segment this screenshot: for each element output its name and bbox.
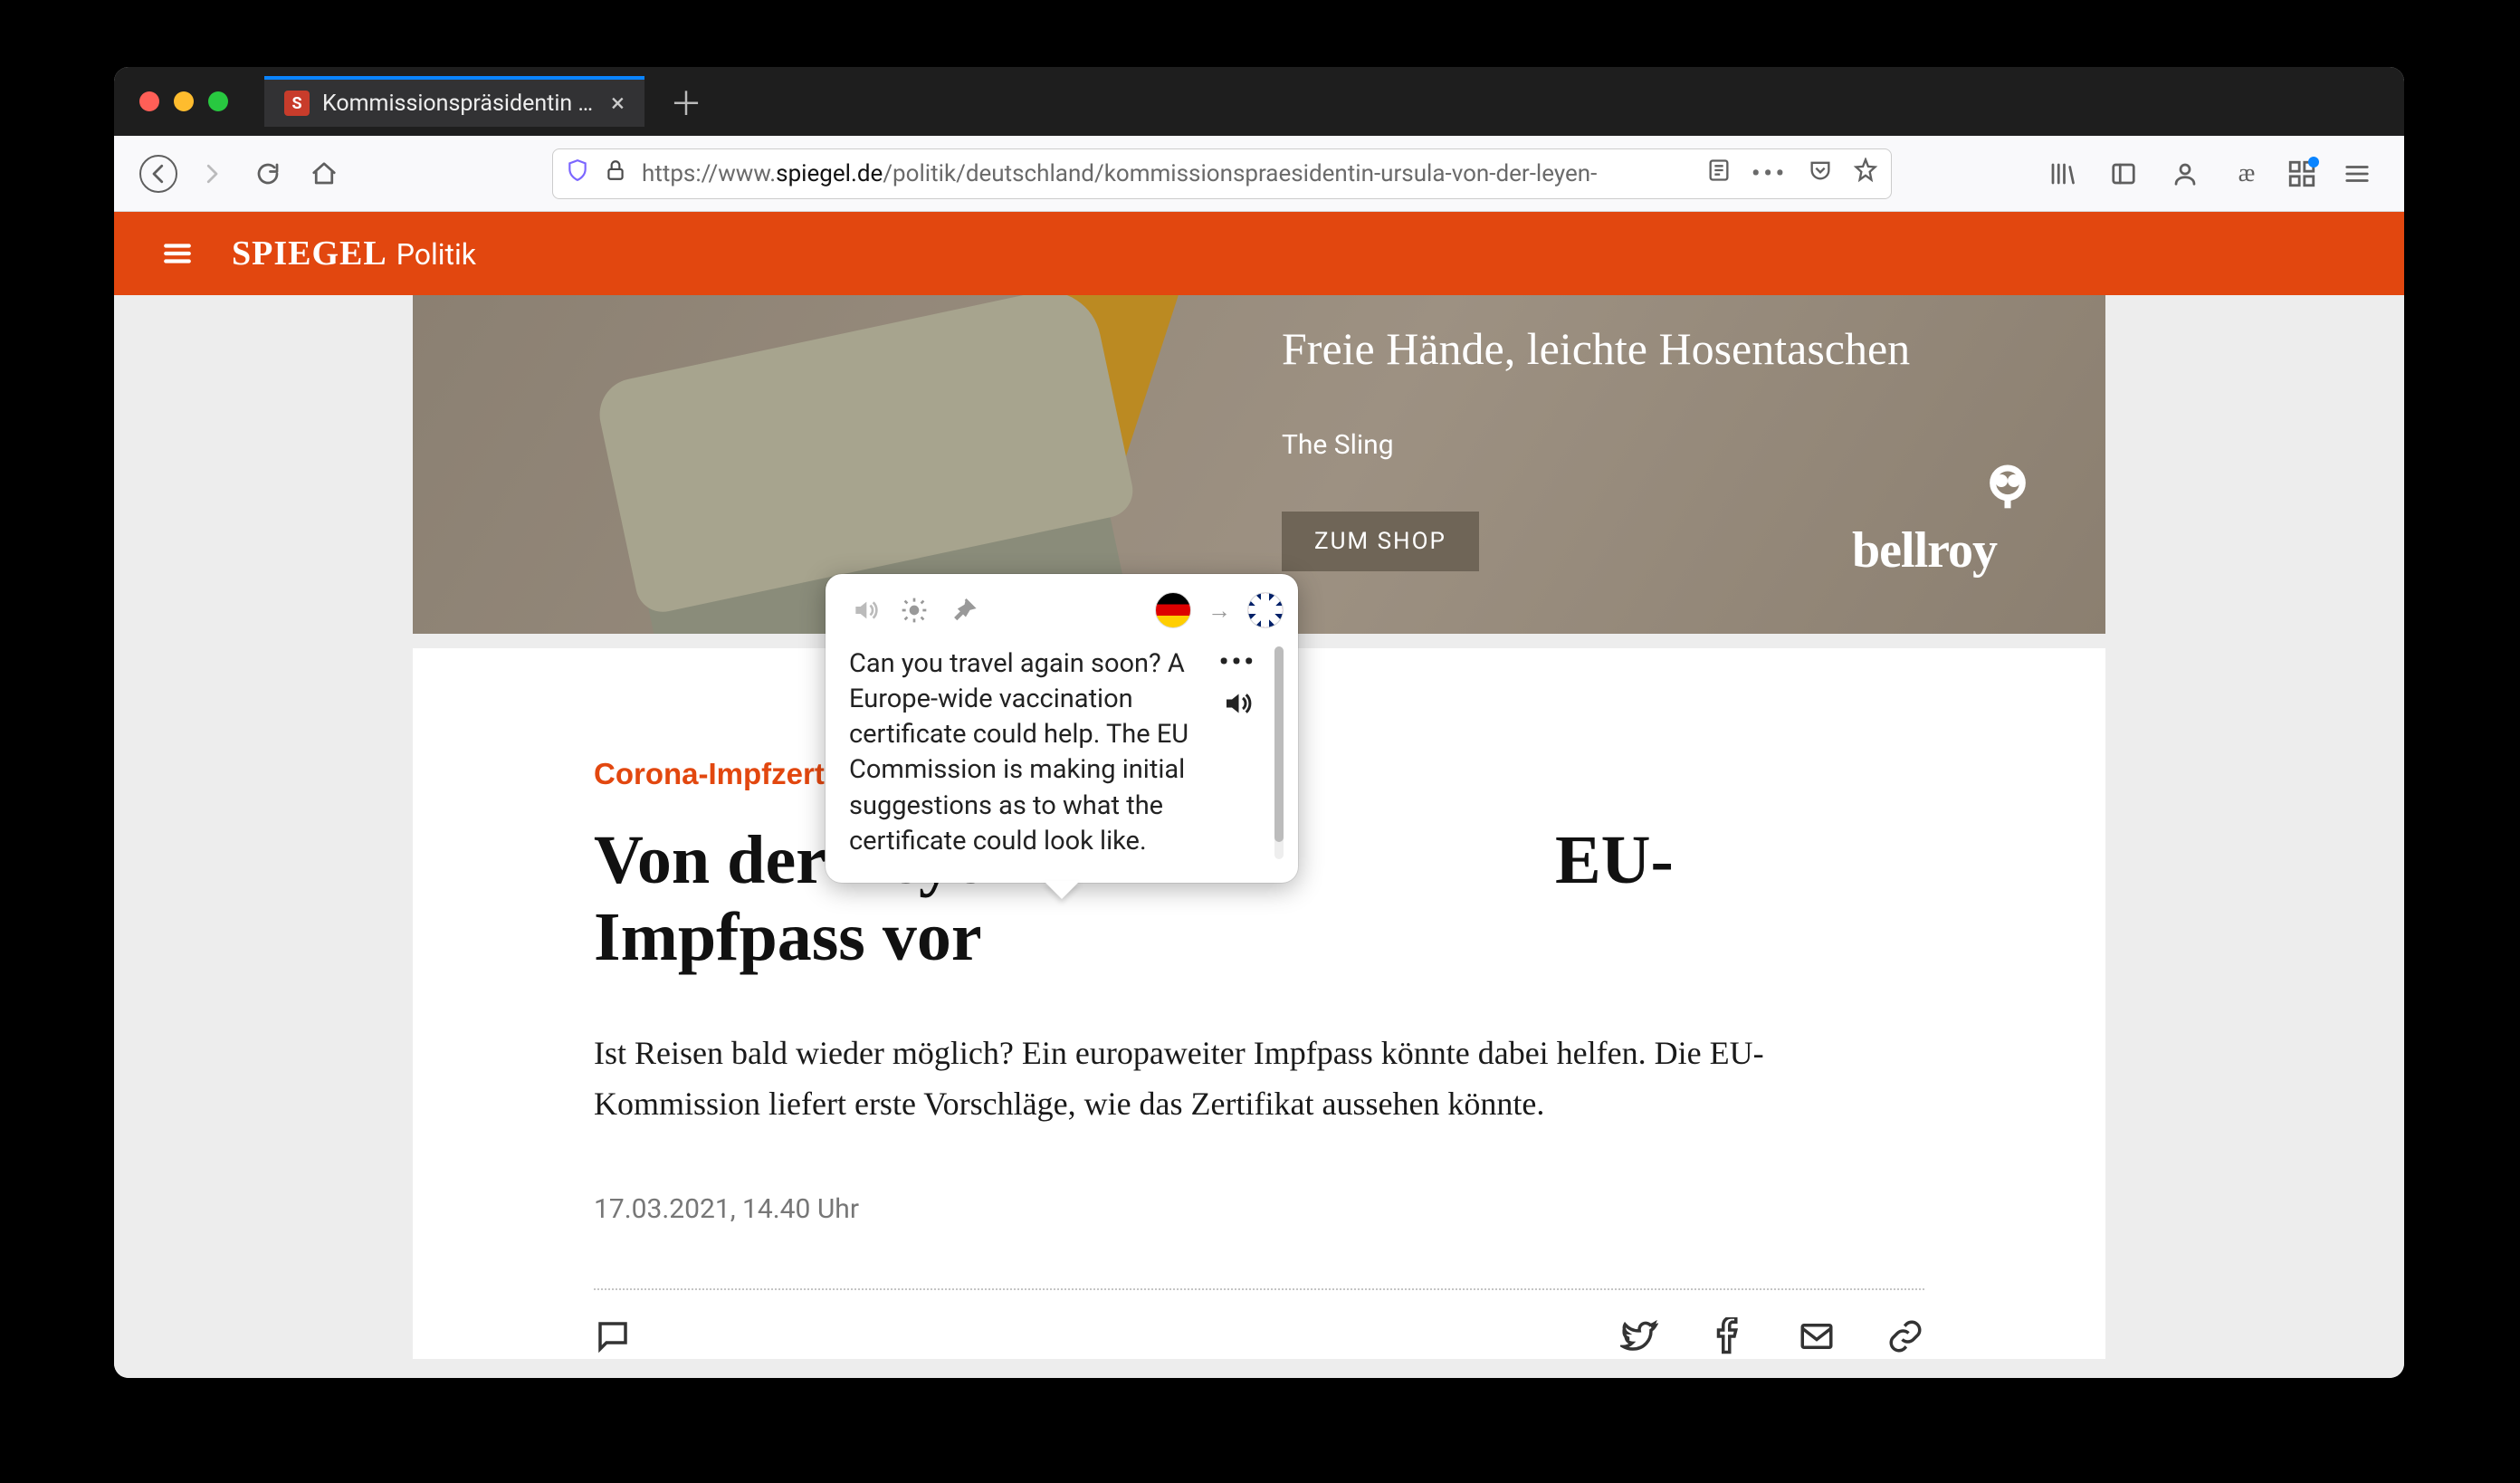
url-path: /politik/deutschland/kommissionspraeside… bbox=[883, 160, 1597, 187]
popup-settings-icon[interactable] bbox=[898, 594, 931, 627]
site-header: SPIEGEL Politik bbox=[114, 212, 2404, 295]
notification-dot-icon bbox=[2308, 157, 2319, 167]
ad-headline: Freie Hände, leichte Hosentaschen bbox=[1282, 322, 2051, 375]
account-icon[interactable] bbox=[2163, 152, 2207, 196]
browser-tab[interactable]: S Kommissionspräsidentin Ursula … × bbox=[264, 76, 644, 127]
reload-button[interactable] bbox=[246, 152, 290, 196]
tracking-protection-icon[interactable] bbox=[566, 158, 589, 188]
new-tab-button[interactable]: ＋ bbox=[661, 76, 711, 127]
translation-actions: ••• bbox=[1219, 646, 1256, 859]
reader-mode-icon[interactable] bbox=[1706, 158, 1732, 189]
twitter-share-icon[interactable] bbox=[1620, 1317, 1658, 1359]
close-tab-button[interactable]: × bbox=[611, 91, 625, 116]
brand-logo: SPIEGEL bbox=[232, 234, 387, 273]
target-language-flag-icon[interactable] bbox=[1247, 592, 1284, 628]
site-menu-button[interactable] bbox=[156, 232, 199, 275]
forward-button[interactable] bbox=[190, 152, 234, 196]
sidebar-icon[interactable] bbox=[2102, 152, 2145, 196]
copy-link-icon[interactable] bbox=[1886, 1317, 1924, 1359]
translation-popup: → Can you travel again soon? A Europe-wi… bbox=[826, 574, 1298, 883]
ad-cta-button[interactable]: ZUM SHOP bbox=[1282, 512, 1479, 571]
more-actions-icon[interactable]: ••• bbox=[1219, 646, 1256, 678]
page-actions-menu-icon[interactable]: ••• bbox=[1752, 160, 1788, 187]
translation-text: Can you travel again soon? A Europe-wide… bbox=[849, 646, 1205, 859]
popup-scrollbar[interactable] bbox=[1274, 646, 1284, 859]
popup-toolbar: → bbox=[849, 592, 1284, 628]
app-menu-button[interactable] bbox=[2335, 152, 2379, 196]
browser-window: S Kommissionspräsidentin Ursula … × ＋ bbox=[114, 67, 2404, 1378]
minimize-window-button[interactable] bbox=[174, 91, 194, 111]
site-brand[interactable]: SPIEGEL Politik bbox=[232, 234, 476, 273]
back-button[interactable] bbox=[139, 155, 177, 193]
browser-toolbar: https://www.spiegel.de/politik/deutschla… bbox=[114, 136, 2404, 212]
extension-ae-icon[interactable]: æ bbox=[2225, 152, 2268, 196]
facebook-share-icon[interactable] bbox=[1709, 1317, 1747, 1359]
tab-title: Kommissionspräsidentin Ursula … bbox=[322, 91, 598, 117]
url-prefix: https://www. bbox=[642, 160, 776, 187]
article-date: 17.03.2021, 14.40 Uhr bbox=[594, 1193, 1924, 1225]
play-audio-icon[interactable] bbox=[1221, 687, 1254, 723]
bookmark-star-icon[interactable] bbox=[1853, 158, 1878, 189]
popup-pin-icon[interactable] bbox=[947, 594, 979, 627]
extension-grid-icon[interactable] bbox=[2286, 158, 2317, 189]
maximize-window-button[interactable] bbox=[208, 91, 228, 111]
lock-icon[interactable] bbox=[604, 158, 627, 188]
ad-subhead: The Sling bbox=[1282, 429, 2051, 461]
url-bar[interactable]: https://www.spiegel.de/politik/deutschla… bbox=[552, 148, 1892, 199]
spiegel-favicon-icon: S bbox=[284, 91, 310, 116]
tab-bar: S Kommissionspräsidentin Ursula … × ＋ bbox=[114, 67, 2404, 136]
email-share-icon[interactable] bbox=[1798, 1317, 1836, 1359]
arrow-right-icon: → bbox=[1208, 597, 1231, 625]
library-icon[interactable] bbox=[2040, 152, 2084, 196]
url-text: https://www.spiegel.de/politik/deutschla… bbox=[642, 160, 1692, 187]
pocket-icon[interactable] bbox=[1808, 158, 1833, 189]
ad-brand-logo: bellroy bbox=[1852, 521, 1997, 579]
brand-section: Politik bbox=[396, 237, 476, 272]
home-button[interactable] bbox=[302, 152, 346, 196]
popup-speaker-icon[interactable] bbox=[849, 594, 882, 627]
comments-icon[interactable] bbox=[594, 1342, 632, 1359]
url-host: spiegel.de bbox=[776, 160, 883, 187]
article-lede: Ist Reisen bald wieder möglich? Ein euro… bbox=[594, 1029, 1897, 1130]
close-window-button[interactable] bbox=[139, 91, 159, 111]
window-controls bbox=[139, 91, 228, 111]
share-row bbox=[594, 1317, 1924, 1359]
source-language-flag-icon[interactable] bbox=[1155, 592, 1191, 628]
divider bbox=[594, 1288, 1924, 1290]
bellroy-owl-icon bbox=[1982, 462, 2033, 516]
